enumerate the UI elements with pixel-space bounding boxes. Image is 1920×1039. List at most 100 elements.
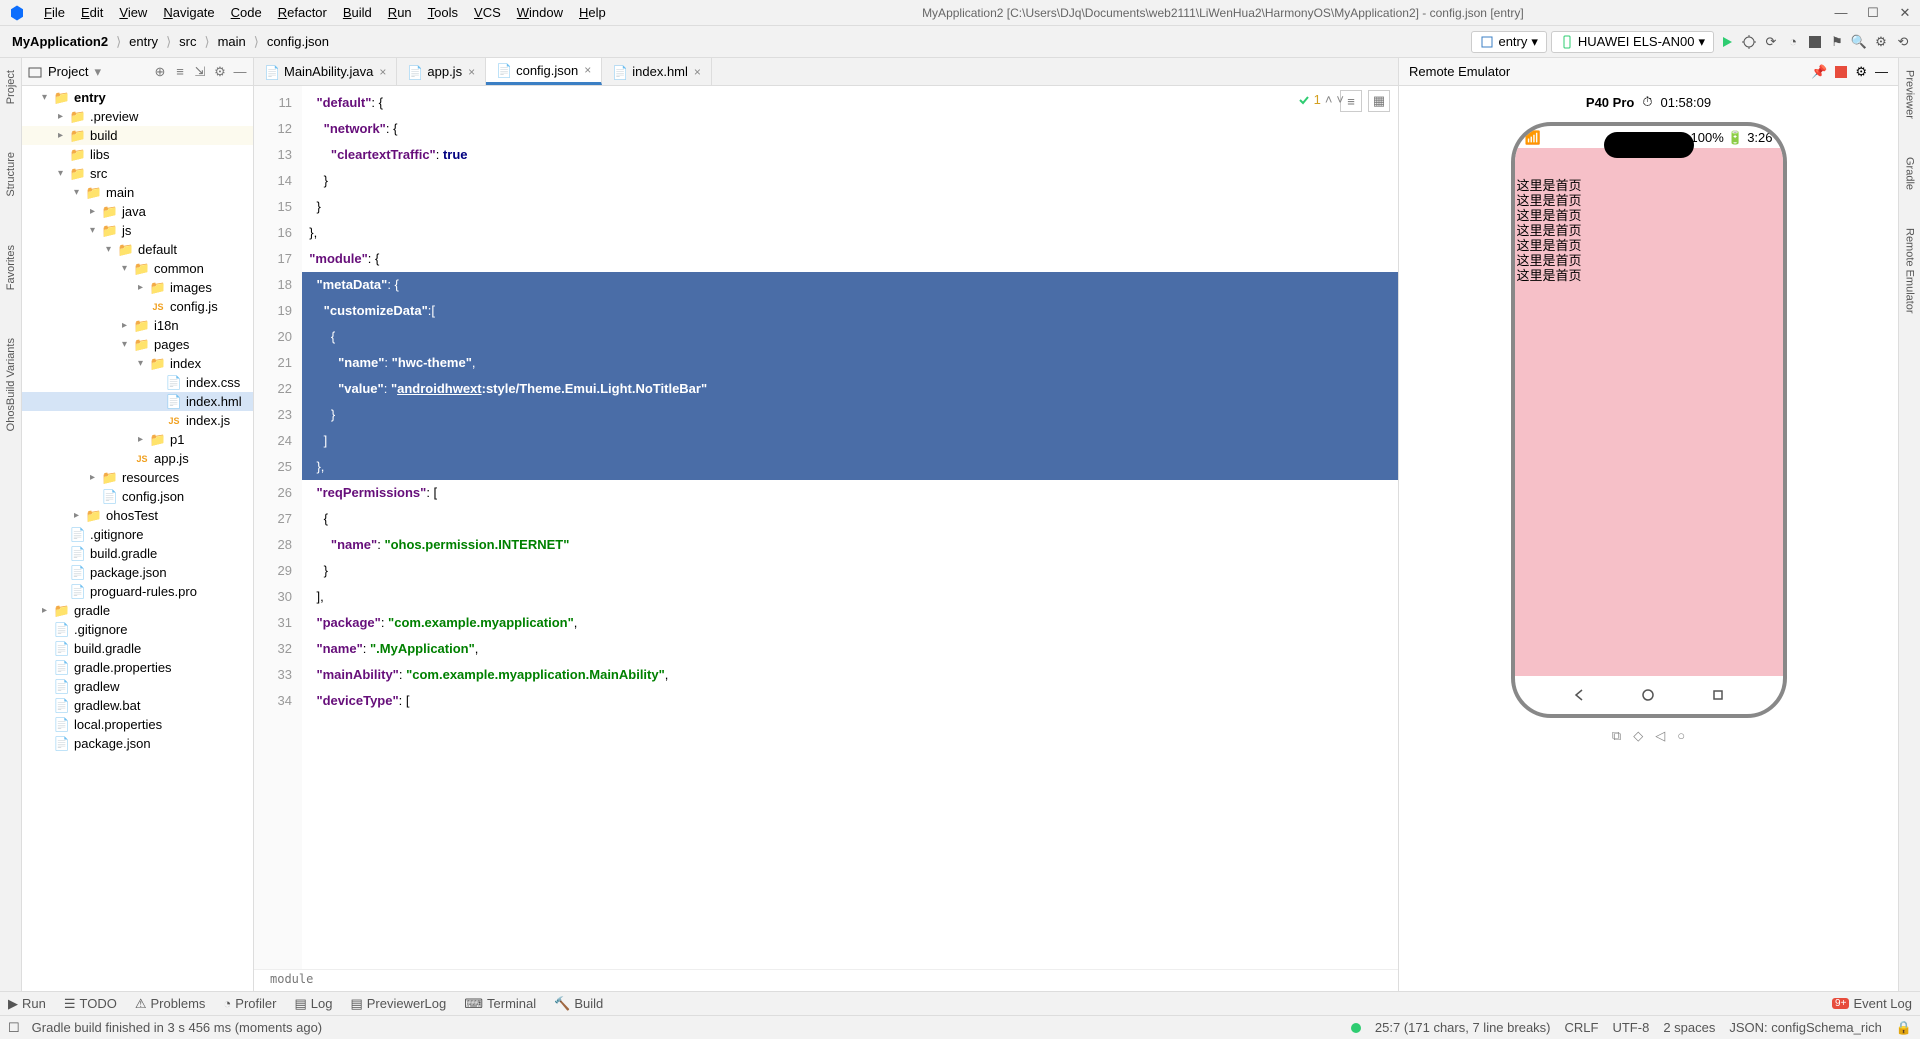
close-icon[interactable]: × bbox=[468, 65, 475, 79]
menu-tools[interactable]: Tools bbox=[422, 3, 464, 22]
close-button[interactable]: ✕ bbox=[1898, 6, 1912, 20]
prev-icon[interactable]: ˄ bbox=[1325, 92, 1333, 107]
rail-structure[interactable]: Structure bbox=[5, 148, 17, 201]
rail-previewer[interactable]: Previewer bbox=[1904, 66, 1916, 123]
rail-favorites[interactable]: Favorites bbox=[5, 241, 17, 294]
menu-view[interactable]: View bbox=[113, 3, 153, 22]
rail-gradle[interactable]: Gradle bbox=[1904, 153, 1916, 194]
device-dropdown[interactable]: HUAWEI ELS-AN00 ▾ bbox=[1551, 31, 1714, 53]
menu-run[interactable]: Run bbox=[382, 3, 418, 22]
project-title[interactable]: Project bbox=[48, 64, 88, 79]
settings-button[interactable]: ⚙ bbox=[1872, 33, 1890, 51]
menu-edit[interactable]: Edit bbox=[75, 3, 109, 22]
tree-node[interactable]: JSconfig.js bbox=[22, 297, 253, 316]
stop-emulator-button[interactable] bbox=[1835, 66, 1847, 78]
maximize-button[interactable]: ☐ bbox=[1866, 6, 1880, 20]
rail-project[interactable]: Project bbox=[5, 66, 17, 108]
tree-node[interactable]: 📄local.properties bbox=[22, 715, 253, 734]
code-content[interactable]: "default": { "network": { "cleartextTraf… bbox=[302, 86, 1398, 969]
hide-icon[interactable]: — bbox=[233, 64, 247, 80]
tree-node[interactable]: ▾📁entry bbox=[22, 88, 253, 107]
tree-node[interactable]: ▸📁gradle bbox=[22, 601, 253, 620]
menu-refactor[interactable]: Refactor bbox=[272, 3, 333, 22]
menu-code[interactable]: Code bbox=[225, 3, 268, 22]
menu-build[interactable]: Build bbox=[337, 3, 378, 22]
toolwindow-profiler[interactable]: ◔Profiler bbox=[223, 996, 276, 1011]
run-button[interactable] bbox=[1718, 33, 1736, 51]
tree-node[interactable]: JSindex.js bbox=[22, 411, 253, 430]
schema[interactable]: JSON: configSchema_rich bbox=[1729, 1020, 1881, 1035]
menu-vcs[interactable]: VCS bbox=[468, 3, 507, 22]
toolwindow-build[interactable]: 🔨Build bbox=[554, 996, 603, 1012]
tree-node[interactable]: ▾📁common bbox=[22, 259, 253, 278]
close-icon[interactable]: × bbox=[584, 63, 591, 77]
tab-MainAbility-java[interactable]: 📄MainAbility.java× bbox=[254, 58, 397, 85]
gear-icon[interactable]: ⚙ bbox=[213, 64, 227, 80]
pin-icon[interactable]: 📌 bbox=[1811, 64, 1827, 80]
tree-node[interactable]: ▸📁i18n bbox=[22, 316, 253, 335]
tree-node[interactable]: ▾📁index bbox=[22, 354, 253, 373]
hide-icon[interactable]: — bbox=[1875, 64, 1888, 79]
breadcrumb-item[interactable]: src bbox=[175, 32, 200, 51]
tree-node[interactable]: 📁libs bbox=[22, 145, 253, 164]
tree-node[interactable]: ▾📁main bbox=[22, 183, 253, 202]
coverage-button[interactable]: ⟳ bbox=[1762, 33, 1780, 51]
toolwindow-todo[interactable]: ☰TODO bbox=[64, 996, 117, 1012]
search-button[interactable]: 🔍 bbox=[1850, 33, 1868, 51]
tab-app-js[interactable]: 📄app.js× bbox=[397, 58, 486, 85]
line-ending[interactable]: CRLF bbox=[1565, 1020, 1599, 1035]
minimize-button[interactable]: — bbox=[1834, 6, 1848, 20]
back-icon[interactable]: ◁ bbox=[1655, 728, 1665, 744]
tree-node[interactable]: 📄package.json bbox=[22, 563, 253, 582]
menu-window[interactable]: Window bbox=[511, 3, 569, 22]
tree-node[interactable]: 📄config.json bbox=[22, 487, 253, 506]
tree-node[interactable]: 📄index.hml bbox=[22, 392, 253, 411]
encoding[interactable]: UTF-8 bbox=[1612, 1020, 1649, 1035]
editor-breadcrumb[interactable]: module bbox=[254, 969, 1398, 991]
tree-node[interactable]: 📄proguard-rules.pro bbox=[22, 582, 253, 601]
breadcrumb-item[interactable]: MyApplication2 bbox=[8, 32, 112, 51]
tree-node[interactable]: ▸📁.preview bbox=[22, 107, 253, 126]
stop-button[interactable] bbox=[1806, 33, 1824, 51]
tree-node[interactable]: ▾📁default bbox=[22, 240, 253, 259]
notification-badge[interactable]: 9+ bbox=[1832, 998, 1849, 1009]
screenshot-icon[interactable]: ⧉ bbox=[1612, 728, 1621, 744]
project-tree[interactable]: ▾📁entry▸📁.preview▸📁build📁libs▾📁src▾📁main… bbox=[22, 86, 253, 991]
tree-node[interactable]: 📄.gitignore bbox=[22, 525, 253, 544]
close-icon[interactable]: × bbox=[379, 65, 386, 79]
phone-content[interactable]: 这里是首页这里是首页这里是首页这里是首页这里是首页这里是首页这里是首页 bbox=[1515, 148, 1783, 676]
debug-button[interactable] bbox=[1740, 33, 1758, 51]
menu-help[interactable]: Help bbox=[573, 3, 612, 22]
chevron-down-icon[interactable]: ▾ bbox=[94, 64, 101, 80]
run-config-dropdown[interactable]: entry ▾ bbox=[1471, 31, 1546, 53]
target-icon[interactable]: ⊕ bbox=[153, 64, 167, 80]
breadcrumb-item[interactable]: config.json bbox=[263, 32, 333, 51]
tree-node[interactable]: 📄gradlew.bat bbox=[22, 696, 253, 715]
tree-node[interactable]: JSapp.js bbox=[22, 449, 253, 468]
home-button[interactable] bbox=[1639, 686, 1657, 704]
lock-icon[interactable]: 🔒 bbox=[1896, 1020, 1912, 1036]
tree-node[interactable]: ▸📁resources bbox=[22, 468, 253, 487]
tree-node[interactable]: ▾📁pages bbox=[22, 335, 253, 354]
sync-button[interactable]: ⟲ bbox=[1894, 33, 1912, 51]
tree-node[interactable]: 📄gradlew bbox=[22, 677, 253, 696]
profiler-button[interactable]: ◔ bbox=[1784, 33, 1802, 51]
inspections-widget[interactable]: 1 ˄ ˅ bbox=[1298, 92, 1344, 107]
rail-remote-emulator[interactable]: Remote Emulator bbox=[1904, 224, 1916, 318]
tree-node[interactable]: ▾📁js bbox=[22, 221, 253, 240]
collapse-icon[interactable]: ≡ bbox=[173, 64, 187, 80]
breadcrumb-item[interactable]: entry bbox=[125, 32, 162, 51]
expand-icon[interactable]: ⇲ bbox=[193, 64, 207, 80]
tree-node[interactable]: 📄package.json bbox=[22, 734, 253, 753]
tree-node[interactable]: ▸📁images bbox=[22, 278, 253, 297]
tree-node[interactable]: ▸📁java bbox=[22, 202, 253, 221]
toolwindow-run[interactable]: ▶Run bbox=[8, 996, 46, 1012]
tree-node[interactable]: 📄gradle.properties bbox=[22, 658, 253, 677]
toolwindow-problems[interactable]: ⚠Problems bbox=[135, 996, 206, 1012]
tree-node[interactable]: ▾📁src bbox=[22, 164, 253, 183]
tree-node[interactable]: ▸📁ohosTest bbox=[22, 506, 253, 525]
preview-icon[interactable]: ▦ bbox=[1368, 90, 1390, 112]
close-icon[interactable]: × bbox=[694, 65, 701, 79]
event-log-button[interactable]: Event Log bbox=[1853, 996, 1912, 1011]
toolwindow-log[interactable]: ▤Log bbox=[294, 996, 332, 1012]
